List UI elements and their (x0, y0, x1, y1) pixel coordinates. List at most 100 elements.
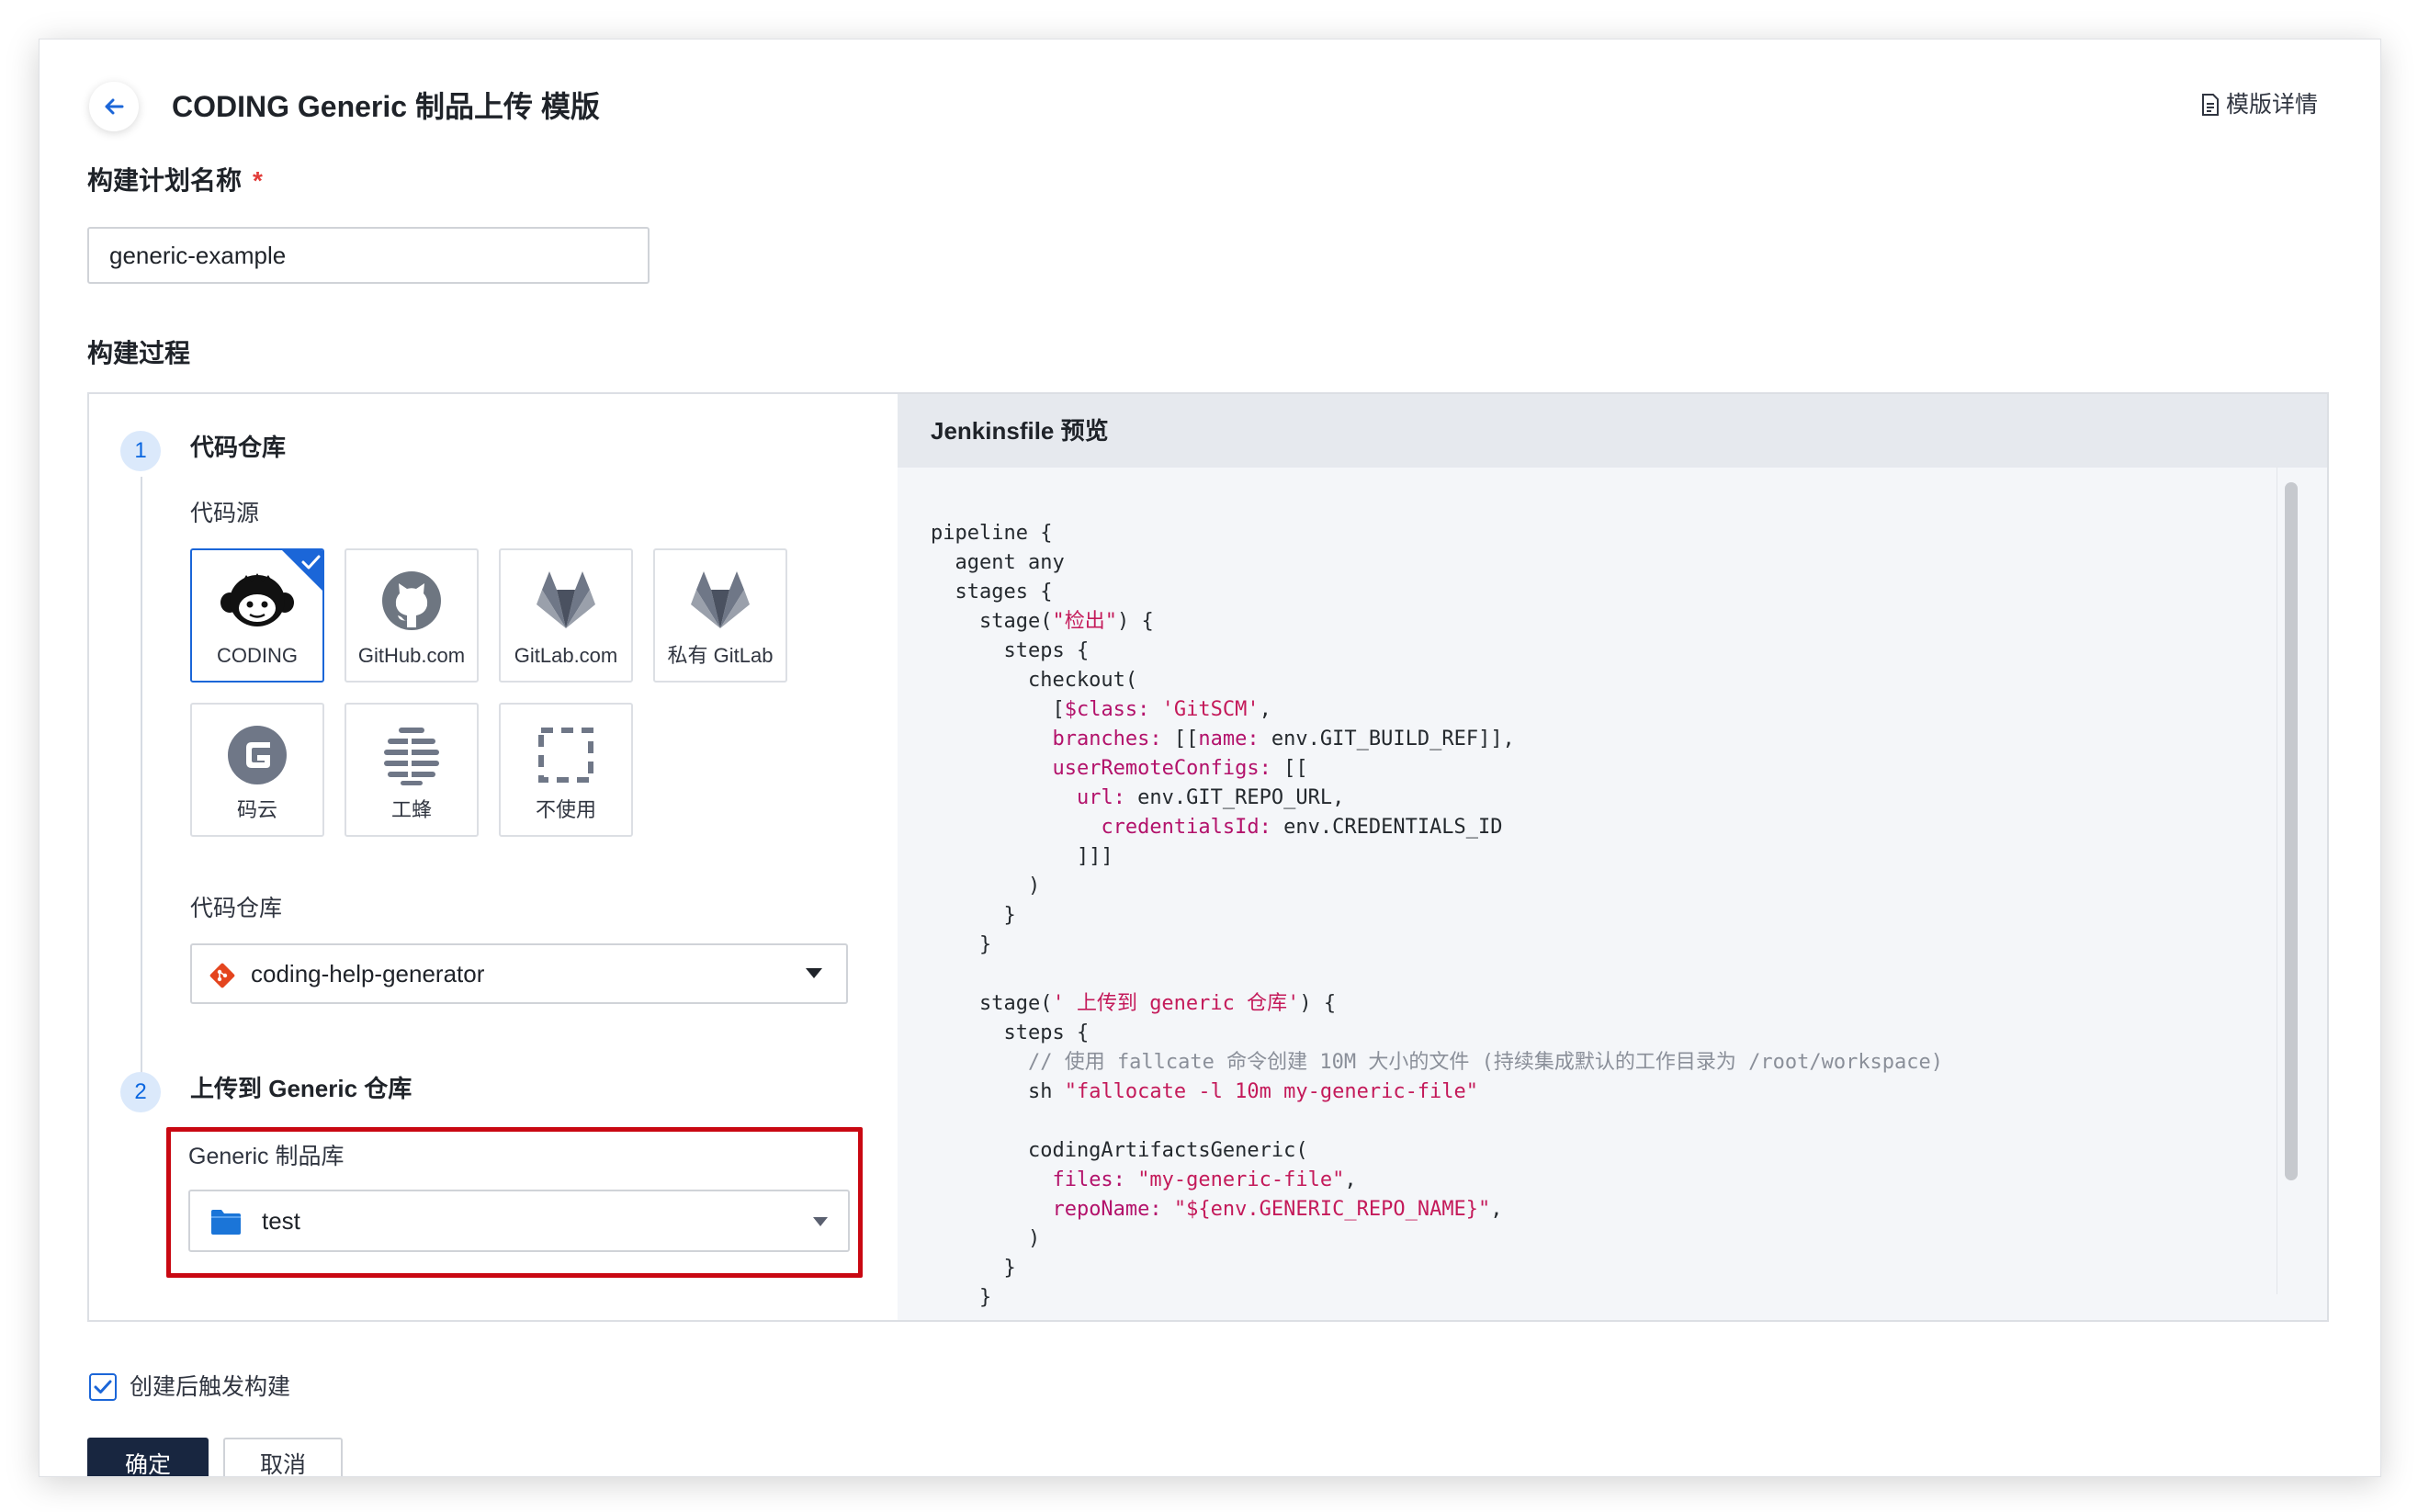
git-repo-icon (209, 963, 235, 988)
template-details-label: 模版详情 (2225, 92, 2318, 118)
confirm-button[interactable]: 确定 (87, 1438, 209, 1476)
code-line: steps { (931, 637, 2290, 666)
code-token: , (1490, 1198, 1503, 1221)
folder-icon (211, 1210, 241, 1235)
source-label-github: GitHub.com (357, 644, 466, 667)
trigger-build-checkbox[interactable] (89, 1373, 117, 1401)
code-token: [ (931, 698, 1065, 721)
build-process-panel: 1 代码仓库 代码源 CODING GitHub.com GitLab.com … (87, 392, 2329, 1322)
source-label-gitlab: GitLab.com (514, 644, 618, 667)
template-details-link[interactable]: 模版详情 (2200, 87, 2318, 122)
source-label-coding: CODING (217, 644, 298, 667)
plan-name-input[interactable]: generic-example (87, 227, 650, 284)
code-line: userRemoteConfigs: [[ (931, 754, 2290, 784)
code-token: $class: (1064, 698, 1150, 721)
code-token: files: (1052, 1168, 1125, 1191)
code-token: pipeline { (931, 522, 1053, 545)
source-label-tgit: 工蜂 (390, 798, 432, 821)
code-line: } (931, 1283, 2290, 1313)
code-token: credentialsId: (1101, 816, 1271, 839)
source-label-private-gitlab: 私有 GitLab (667, 644, 774, 667)
code-line: ]]] (931, 842, 2290, 872)
code-line: [$class: 'GitSCM', (931, 695, 2290, 725)
repo-select[interactable]: coding-help-generator (190, 943, 848, 1004)
step-2-number: 2 (120, 1072, 161, 1112)
trigger-build-label[interactable]: 创建后触发构建 (130, 1370, 290, 1405)
page-title: CODING Generic 制品上传 模版 (172, 90, 600, 123)
code-token: codingArtifactsGeneric( (931, 1139, 1308, 1162)
code-line: // 使用 fallcate 命令创建 10M 大小的文件 (持续集成默认的工作… (931, 1048, 2290, 1078)
code-token: "my-generic-file" (1137, 1168, 1345, 1191)
source-option-coding[interactable]: CODING (190, 548, 324, 683)
code-line: branches: [[name: env.GIT_BUILD_REF]], (931, 725, 2290, 754)
artifact-repo-label: Generic 制品库 (188, 1144, 345, 1169)
code-token: branches: (1052, 728, 1162, 750)
code-token: } (931, 1257, 1016, 1280)
source-option-gitee[interactable]: 码云 (190, 703, 324, 837)
code-line: pipeline { (931, 519, 2290, 548)
source-option-none[interactable]: 不使用 (499, 703, 633, 837)
code-token: url: (1076, 786, 1125, 809)
code-token: steps { (931, 639, 1090, 662)
arrow-left-icon (105, 98, 124, 115)
artifact-repo-value: test (262, 1207, 300, 1235)
code-token: , (1344, 1168, 1357, 1191)
source-option-github[interactable]: GitHub.com (345, 548, 479, 683)
code-token: env.CREDENTIALS_ID (1271, 816, 1503, 839)
code-preview[interactable]: pipeline { agent any stages { stage("检出"… (931, 519, 2290, 1320)
code-line: stages { (931, 578, 2290, 607)
source-option-tgit[interactable]: 工蜂 (345, 703, 479, 837)
dialog-window: CODING Generic 制品上传 模版 模版详情 构建计划名称 * gene… (39, 39, 2381, 1477)
code-line: agent any (931, 548, 2290, 578)
code-token: agent any (931, 551, 1065, 574)
artifact-repo-select[interactable]: test (188, 1190, 850, 1252)
step-2-title: 上传到 Generic 仓库 (190, 1075, 412, 1102)
caret-down-icon (806, 968, 822, 978)
code-token: stage( (931, 610, 1053, 633)
code-token: } (931, 904, 1016, 927)
code-token: env.GIT_BUILD_REF]], (1259, 728, 1515, 750)
back-button[interactable] (89, 82, 139, 131)
source-option-gitlab[interactable]: GitLab.com (499, 548, 633, 683)
cancel-button[interactable]: 取消 (223, 1438, 343, 1476)
code-line: files: "my-generic-file", (931, 1166, 2290, 1195)
source-label-gitee: 码云 (236, 798, 277, 821)
code-token: userRemoteConfigs: (1052, 757, 1271, 780)
code-token: "fallocate -l 10m my-generic-file" (1064, 1080, 1479, 1103)
step-1-number: 1 (120, 431, 161, 471)
code-line: stage(' 上传到 generic 仓库') { (931, 989, 2290, 1019)
selected-check-icon (282, 550, 322, 591)
code-line: } (931, 901, 2290, 931)
scrollbar-thumb[interactable] (2285, 482, 2298, 1180)
code-line: ) (931, 872, 2290, 901)
code-line: credentialsId: env.CREDENTIALS_ID (931, 813, 2290, 842)
document-icon (2201, 94, 2219, 116)
repo-label: 代码仓库 (190, 896, 283, 921)
code-line: steps { (931, 1019, 2290, 1048)
code-line: stage("检出") { (931, 607, 2290, 637)
code-line: codingArtifactsGeneric( (931, 1136, 2290, 1166)
plan-name-label-text: 构建计划名称 (87, 166, 243, 195)
code-token: ) (931, 1227, 1041, 1250)
code-token: [[ (1271, 757, 1308, 780)
jenkinsfile-preview-pane: Jenkinsfile 预览 pipeline { agent any stag… (898, 394, 2327, 1320)
code-token: // 使用 fallcate 命令创建 10M 大小的文件 (持续集成默认的工作… (931, 1051, 1944, 1074)
code-token: } (931, 933, 992, 956)
source-label: 代码源 (190, 501, 260, 526)
code-line: } (931, 931, 2290, 960)
gitlab-icon (501, 569, 631, 633)
code-line: checkout( (931, 666, 2290, 695)
code-token: , (1259, 698, 1271, 721)
code-token: repoName: (1052, 1198, 1162, 1221)
tgit-icon (346, 723, 477, 787)
preview-title: Jenkinsfile 预览 (898, 394, 2327, 468)
source-option-private-gitlab[interactable]: 私有 GitLab (653, 548, 787, 683)
plan-name-label: 构建计划名称 * (87, 163, 263, 199)
